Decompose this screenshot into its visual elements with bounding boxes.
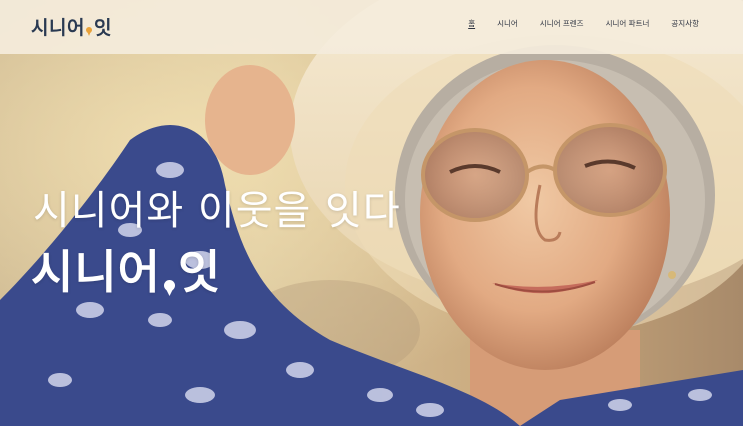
logo[interactable]: 시니어 잇: [31, 11, 112, 41]
page: 시니어 잇 홈 시니어 시니어 프렌즈 시니어 파트너 공지사항 시니어와 이웃…: [0, 0, 743, 426]
nav-notice[interactable]: 공지사항: [660, 18, 710, 29]
hero-brand: 시니어 잇: [31, 236, 221, 302]
nav-home[interactable]: 홈: [457, 18, 486, 29]
nav-senior-friends[interactable]: 시니어 프렌즈: [529, 18, 595, 29]
main-nav: 홈 시니어 시니어 프렌즈 시니어 파트너 공지사항: [457, 18, 710, 29]
logo-text-suffix: 잇: [93, 16, 112, 39]
nav-senior[interactable]: 시니어: [486, 18, 529, 29]
logo-dot-icon: [85, 26, 92, 36]
hero-brand-main: 시니어: [31, 245, 161, 299]
hero-tagline: 시니어와 이웃을 잇다: [33, 188, 401, 234]
hero-brand-suffix: 잇: [177, 245, 222, 299]
brand-dot-icon: [163, 280, 175, 296]
nav-senior-partner[interactable]: 시니어 파트너: [595, 18, 661, 29]
logo-text-main: 시니어: [31, 16, 85, 39]
header-bar: 시니어 잇 홈 시니어 시니어 프렌즈 시니어 파트너 공지사항: [0, 0, 743, 54]
